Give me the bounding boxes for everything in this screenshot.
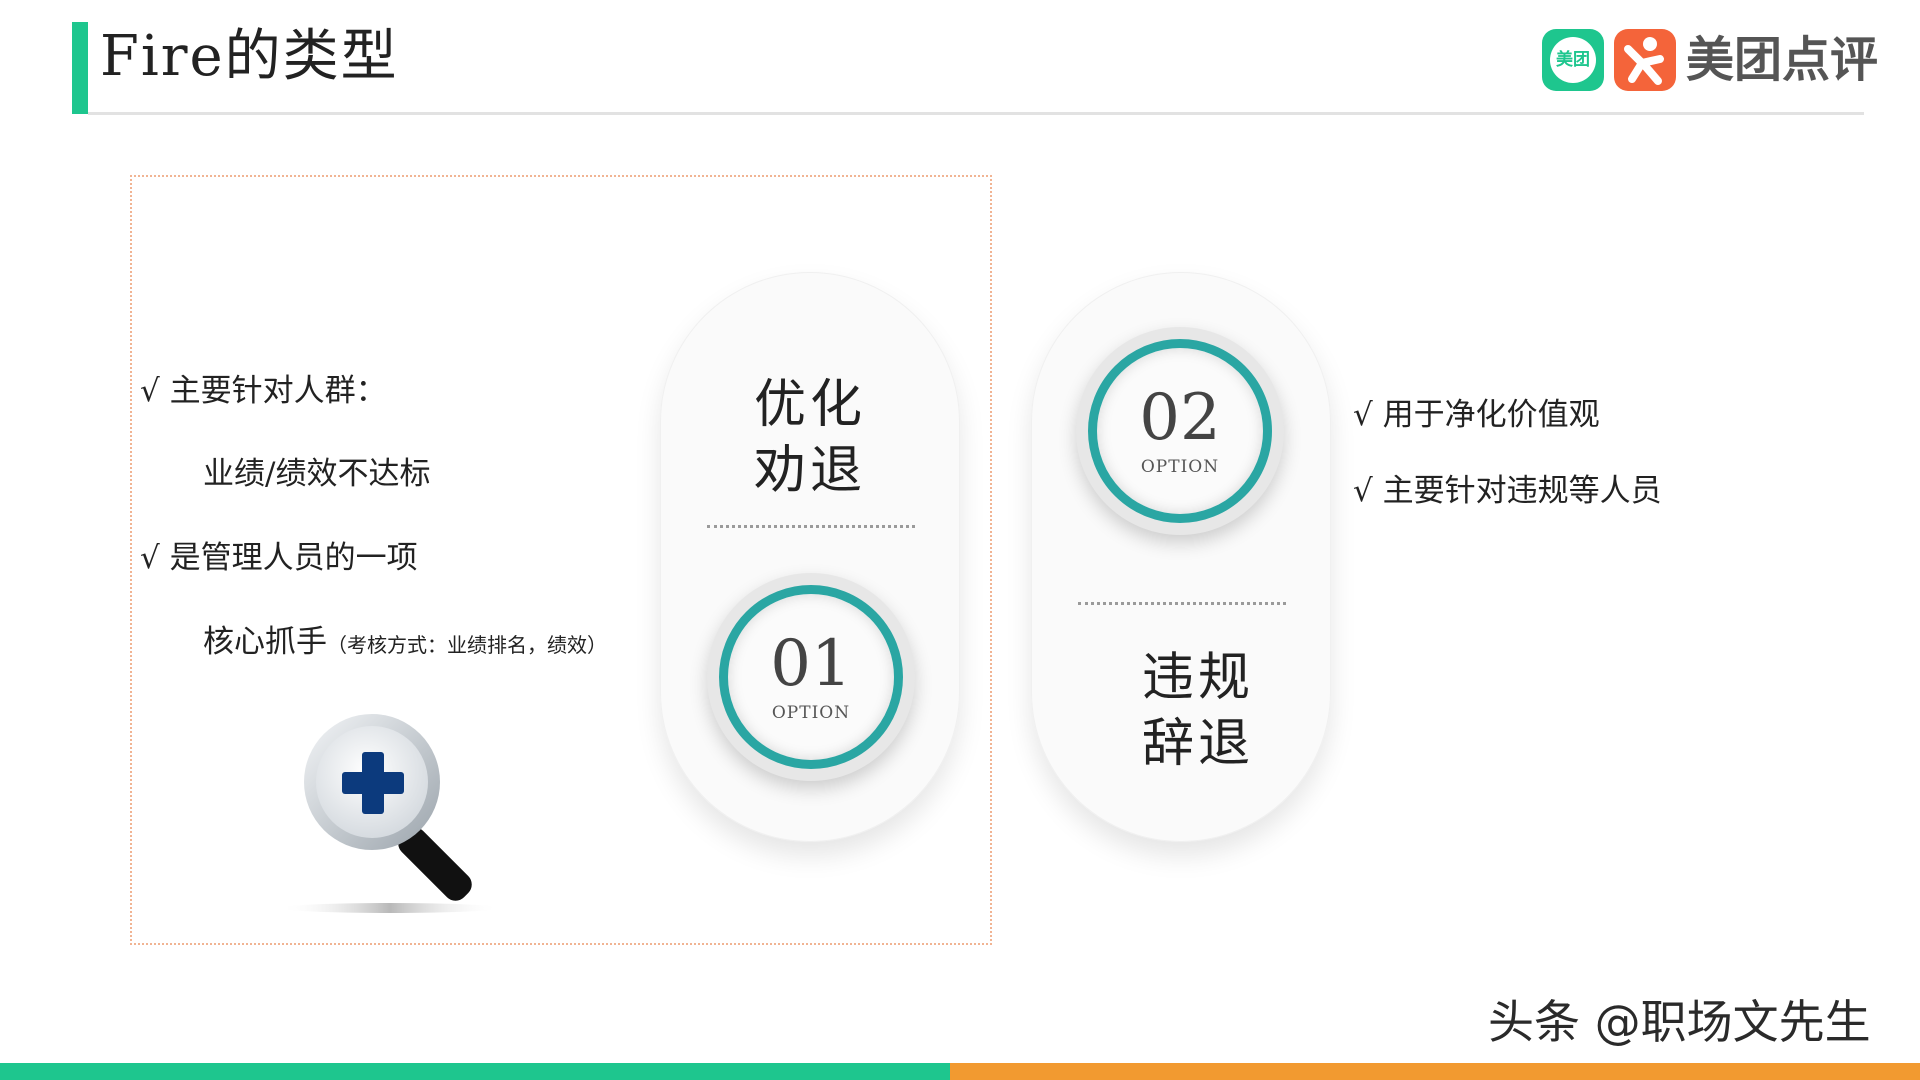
title-divider (88, 112, 1864, 115)
purify-values-line: √ 用于净化价值观 (1353, 397, 1600, 433)
option-01-number: 01 (770, 627, 852, 701)
magnifier-plus-icon (270, 710, 510, 934)
option-02-number: 02 (1139, 381, 1221, 455)
option-02-label: OPTION (1140, 457, 1220, 477)
brand-name: 美团点评 (1686, 32, 1879, 88)
option-02-divider (1078, 602, 1286, 605)
page-title: Fire的类型 (100, 24, 399, 89)
title-accent-bar (72, 22, 88, 114)
core-lever-text: 核心抓手 (203, 624, 327, 660)
management-line: √ 是管理人员的一项 (140, 540, 418, 576)
option-01-divider (707, 525, 915, 528)
performance-line: 业绩/绩效不达标 (203, 456, 431, 492)
option-02-title-line2: 辞退 (1141, 714, 1254, 774)
option-01-title-line2: 劝退 (753, 441, 866, 501)
option-02-title-line1: 违规 (1141, 648, 1254, 708)
core-lever-line: 核心抓手（考核方式：业绩排名，绩效） (203, 622, 607, 665)
option-01-badge: 01 OPTION (707, 573, 915, 781)
dianping-logo-icon (1614, 29, 1676, 91)
assessment-note: （考核方式：业绩排名，绩效） (327, 633, 607, 657)
option-01-title-line1: 优化 (753, 375, 866, 435)
watermark-text: 头条 @职场文先生 (1488, 995, 1871, 1049)
violators-line: √ 主要针对违规等人员 (1353, 473, 1662, 509)
footer-bar-green (0, 1063, 950, 1080)
footer-bar-orange (950, 1063, 1920, 1080)
option-02-badge: 02 OPTION (1076, 327, 1284, 535)
meituan-logo-icon: 美团 (1542, 29, 1604, 91)
meituan-logo-badge: 美团 (1550, 37, 1596, 83)
option-01-label: OPTION (771, 703, 851, 723)
target-group-line: √ 主要针对人群： (140, 373, 387, 409)
